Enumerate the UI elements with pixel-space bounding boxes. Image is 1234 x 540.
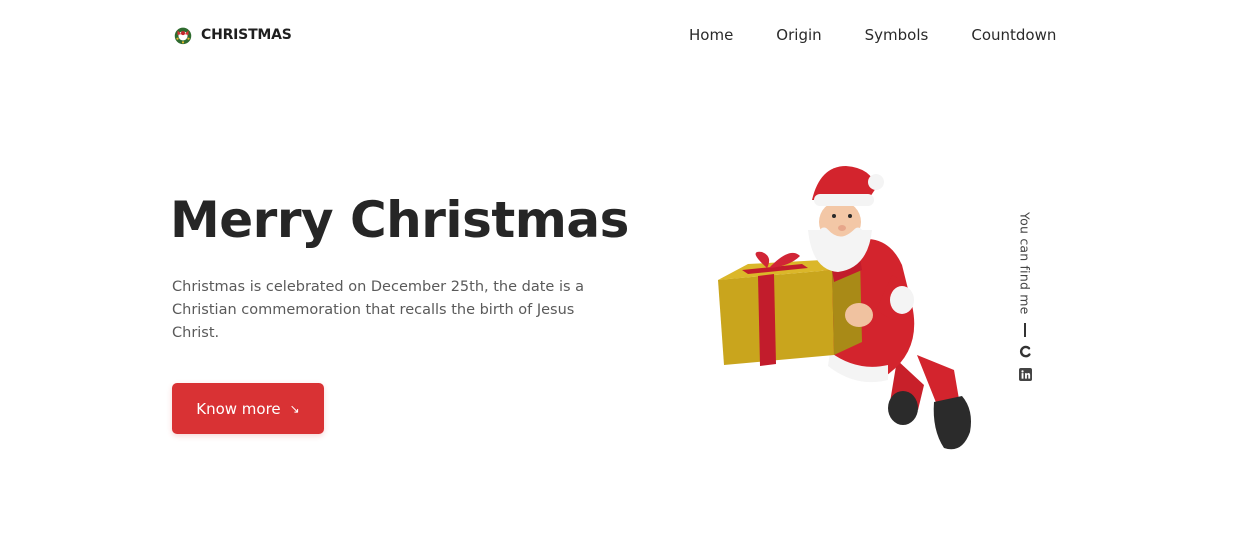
page: CHRISTMAS Home Origin Symbols Countdown … [0, 0, 1234, 540]
santa-with-gift-illustration [718, 166, 971, 450]
know-more-label: Know more [196, 399, 281, 418]
nav-link-symbols[interactable]: Symbols [865, 26, 929, 44]
social-divider [1024, 322, 1026, 337]
logo-text: CHRISTMAS [201, 27, 292, 43]
github-icon[interactable] [1019, 345, 1032, 358]
nav-link-countdown[interactable]: Countdown [971, 26, 1056, 44]
hero-title: Merry Christmas [170, 191, 629, 249]
know-more-button[interactable]: Know more ↘ [172, 383, 324, 434]
wreath-icon [174, 27, 192, 45]
linkedin-icon[interactable] [1018, 367, 1032, 381]
logo[interactable]: CHRISTMAS [172, 24, 292, 46]
arrow-down-right-icon: ↘ [289, 401, 300, 416]
nav-link-home[interactable]: Home [689, 26, 733, 44]
main-nav: Home Origin Symbols Countdown [689, 26, 1056, 44]
nav-link-origin[interactable]: Origin [776, 26, 821, 44]
hero-description: Christmas is celebrated on December 25th… [172, 279, 585, 341]
social-label: You can find me [1017, 212, 1033, 315]
social-links: You can find me [1013, 212, 1037, 381]
